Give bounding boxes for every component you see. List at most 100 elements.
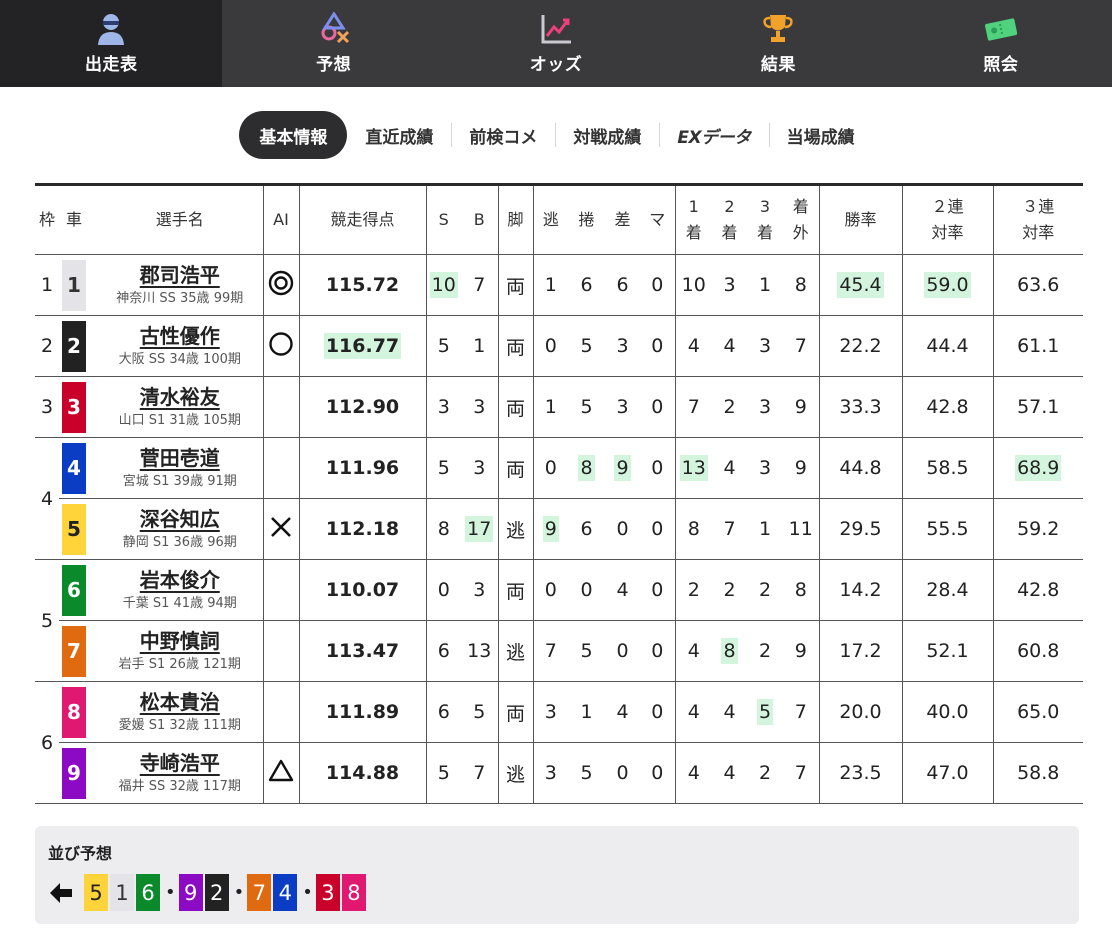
racer-name-link[interactable]: 清水裕友 xyxy=(97,384,263,410)
quinella-value: 47.0 xyxy=(926,762,969,784)
quinella-cell: 55.5 xyxy=(901,498,993,560)
racer-name-cell: 深谷知広 静岡 S1 36歳 96期 xyxy=(89,498,263,560)
cross-icon xyxy=(268,516,294,545)
leg-value: 両 xyxy=(505,702,525,725)
line-separator: • xyxy=(302,882,313,903)
sashi-value: 0 xyxy=(616,518,629,540)
header-name: 選手名 xyxy=(155,210,204,229)
makuri-value: 5 xyxy=(580,396,593,418)
nav-item-1[interactable]: 予想 xyxy=(222,0,444,87)
car-number-cell: 9 xyxy=(59,742,89,804)
makuri-cell: 5 xyxy=(568,742,605,804)
leg-cell: 両 xyxy=(497,559,533,621)
win-cell: 14.2 xyxy=(818,559,902,621)
leg-value: 両 xyxy=(505,397,525,420)
line-car-chip: 9 xyxy=(178,874,203,911)
out-cell: 9 xyxy=(783,376,819,438)
racer-name-link[interactable]: 郡司浩平 xyxy=(97,262,263,288)
ma-cell: 0 xyxy=(640,559,675,621)
out-cell: 7 xyxy=(783,681,819,743)
header-s: S xyxy=(425,184,461,255)
tab-0[interactable]: 基本情報 xyxy=(239,111,348,159)
second-value: 2 xyxy=(723,579,736,601)
out-value: 9 xyxy=(794,457,807,479)
leg-cell: 両 xyxy=(497,376,533,438)
third-value: 2 xyxy=(758,579,772,601)
table-header-row: 枠 車 選手名 AI 競走得点 S B 脚 逃 捲 差 マ 1着 2着 3着 着… xyxy=(35,184,1083,255)
quinella-value: 42.8 xyxy=(926,396,969,418)
tab-2[interactable]: 前検コメ xyxy=(451,111,555,159)
nige-value: 0 xyxy=(544,457,557,479)
s-cell: 6 xyxy=(425,681,461,743)
racer-name-link[interactable]: 古性優作 xyxy=(97,323,263,349)
nav-item-3[interactable]: 結果 xyxy=(667,0,889,87)
tab-5[interactable]: 当場成績 xyxy=(768,111,873,159)
makuri-value: 6 xyxy=(580,274,593,296)
s-cell: 5 xyxy=(425,437,461,499)
b-cell: 3 xyxy=(461,437,498,499)
header-ai: AI xyxy=(262,184,299,255)
s-value: 3 xyxy=(437,396,450,418)
second-value: 8 xyxy=(721,638,738,664)
racer-name-link[interactable]: 深谷知広 xyxy=(97,506,263,532)
makuri-value: 6 xyxy=(580,518,593,540)
sashi-value: 4 xyxy=(616,701,629,723)
first-value: 8 xyxy=(687,518,700,540)
header-car: 車 xyxy=(65,210,82,229)
sashi-cell: 3 xyxy=(605,315,640,377)
b-cell: 3 xyxy=(461,559,498,621)
line-prediction-sequence: 5 1 6 • 9 2 • 7 4 • 3 8 xyxy=(48,874,368,911)
s-cell: 6 xyxy=(425,620,461,682)
header-first: 1着 xyxy=(674,184,712,255)
line-separator: • xyxy=(233,882,245,903)
tab-1[interactable]: 直近成績 xyxy=(347,111,451,159)
first-value: 4 xyxy=(687,335,700,357)
leg-cell: 両 xyxy=(497,254,533,316)
win-value: 45.4 xyxy=(837,272,884,298)
tab-3[interactable]: 対戦成績 xyxy=(555,111,659,159)
b-value: 3 xyxy=(473,579,486,601)
ma-value: 0 xyxy=(651,701,664,723)
car-number-cell: 5 xyxy=(59,498,89,560)
racer-name-link[interactable]: 岩本俊介 xyxy=(97,567,263,593)
win-cell: 17.2 xyxy=(818,620,902,682)
quinella-cell: 47.0 xyxy=(901,742,993,804)
sashi-value: 9 xyxy=(614,455,631,481)
score-cell: 116.77 xyxy=(298,315,426,377)
second-value: 2 xyxy=(723,396,736,418)
third-cell: 3 xyxy=(747,376,783,438)
double-circle-icon xyxy=(268,270,294,301)
racer-name-link[interactable]: 中野慎詞 xyxy=(97,628,263,654)
sashi-cell: 0 xyxy=(605,742,640,804)
quinella-cell: 42.8 xyxy=(901,376,993,438)
makuri-value: 8 xyxy=(578,455,595,481)
ai-mark-cell xyxy=(262,498,299,560)
win-value: 44.8 xyxy=(839,457,882,479)
waku-number: 2 xyxy=(35,315,59,377)
racer-name-link[interactable]: 松本貴治 xyxy=(97,689,263,715)
score-cell: 114.88 xyxy=(298,742,426,804)
third-cell: 3 xyxy=(747,315,783,377)
nav-item-2[interactable]: オッズ xyxy=(445,0,667,87)
nav-label: 結果 xyxy=(760,55,796,75)
racer-name-link[interactable]: 寺崎浩平 xyxy=(97,750,263,776)
score-cell: 111.96 xyxy=(298,437,426,499)
second-cell: 4 xyxy=(712,742,747,804)
car-number-cell: 1 xyxy=(59,254,89,316)
tab-4[interactable]: EXデータ xyxy=(659,111,768,159)
ai-mark-cell xyxy=(262,620,299,682)
ma-cell: 0 xyxy=(640,742,675,804)
nige-value: 0 xyxy=(544,579,557,601)
quinella-cell: 40.0 xyxy=(901,681,993,743)
first-cell: 4 xyxy=(674,620,712,682)
b-value: 7 xyxy=(473,274,486,296)
table-row: 6 8 松本貴治 愛媛 S1 32歳 111期 111.89 6 5 両 3 1 4 0 4 4 5 7 20.… xyxy=(35,681,1083,804)
line-car-chip: 6 xyxy=(136,874,160,911)
arrow-left-icon xyxy=(48,880,74,906)
nav-item-0[interactable]: 出走表 xyxy=(0,0,223,87)
win-cell: 22.2 xyxy=(818,315,902,377)
first-cell: 13 xyxy=(674,437,712,499)
car-number-badge: 3 xyxy=(62,381,86,433)
nav-item-4[interactable]: 照会 xyxy=(890,0,1112,87)
racer-name-link[interactable]: 菅田壱道 xyxy=(97,445,263,471)
